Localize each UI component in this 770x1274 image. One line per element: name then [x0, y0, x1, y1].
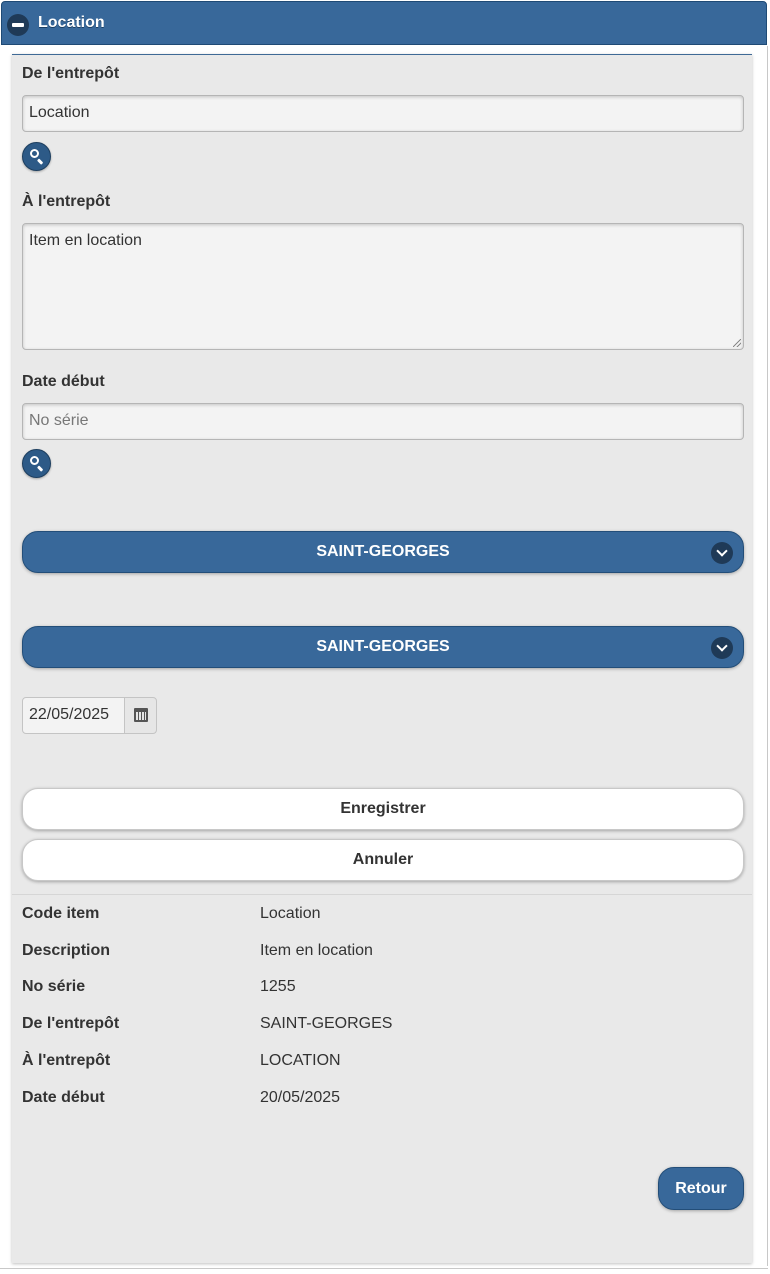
minus-circle-icon[interactable]	[7, 14, 29, 36]
detail-row: De l'entrepôt SAINT-GEORGES	[22, 1015, 742, 1037]
date-input[interactable]: 22/05/2025	[22, 697, 125, 734]
start-date-label: Date début	[22, 373, 105, 390]
chevron-down-icon	[711, 542, 733, 564]
collapsible-header[interactable]: Location	[1, 1, 767, 45]
detail-row: Date début 20/05/2025	[22, 1089, 742, 1111]
save-button[interactable]: Enregistrer	[22, 788, 744, 830]
resize-grip-icon[interactable]	[733, 339, 741, 347]
date-picker: 22/05/2025	[22, 697, 157, 734]
calendar-button[interactable]	[124, 697, 157, 734]
from-warehouse-select-value: SAINT-GEORGES	[316, 543, 450, 560]
to-warehouse-label: À l'entrepôt	[22, 193, 111, 210]
calendar-icon	[134, 708, 148, 722]
detail-row: À l'entrepôt LOCATION	[22, 1052, 742, 1074]
detail-key: De l'entrepôt	[22, 1015, 120, 1032]
from-warehouse-value: Location	[29, 104, 90, 121]
detail-key: Description	[22, 942, 111, 959]
to-warehouse-value: Item en location	[29, 232, 142, 249]
back-button[interactable]: Retour	[658, 1167, 744, 1210]
from-warehouse-search-button[interactable]	[22, 142, 51, 171]
divider	[12, 894, 752, 895]
detail-value: SAINT-GEORGES	[260, 1015, 393, 1032]
detail-value: LOCATION	[260, 1052, 341, 1069]
detail-row: Code item Location	[22, 905, 742, 927]
chevron-down-icon	[711, 637, 733, 659]
serial-number-input[interactable]: No série	[22, 403, 744, 440]
detail-value: 20/05/2025	[260, 1089, 341, 1106]
detail-value: Location	[260, 905, 321, 922]
cancel-button[interactable]: Annuler	[22, 839, 744, 881]
from-warehouse-label: De l'entrepôt	[22, 65, 120, 82]
detail-key: Date début	[22, 1089, 105, 1106]
to-warehouse-textarea[interactable]: Item en location	[22, 223, 744, 350]
content-panel: De l'entrepôt Location À l'entrepôt Item…	[12, 54, 752, 1263]
header-title: Location	[38, 14, 105, 31]
detail-row: Description Item en location	[22, 942, 742, 964]
to-warehouse-select[interactable]: SAINT-GEORGES	[22, 626, 744, 668]
detail-key: No série	[22, 978, 86, 995]
right-border	[767, 46, 768, 1266]
detail-value: 1255	[260, 978, 296, 995]
detail-value: Item en location	[260, 942, 373, 959]
detail-row: No série 1255	[22, 978, 742, 1000]
serial-number-search-button[interactable]	[22, 449, 51, 478]
from-warehouse-select[interactable]: SAINT-GEORGES	[22, 531, 744, 573]
date-input-value: 22/05/2025	[29, 706, 110, 723]
from-warehouse-input[interactable]: Location	[22, 95, 744, 132]
to-warehouse-select-value: SAINT-GEORGES	[316, 638, 450, 655]
serial-number-placeholder: No série	[29, 412, 89, 429]
detail-key: À l'entrepôt	[22, 1052, 111, 1069]
bottom-border	[0, 1268, 768, 1269]
detail-key: Code item	[22, 905, 100, 922]
